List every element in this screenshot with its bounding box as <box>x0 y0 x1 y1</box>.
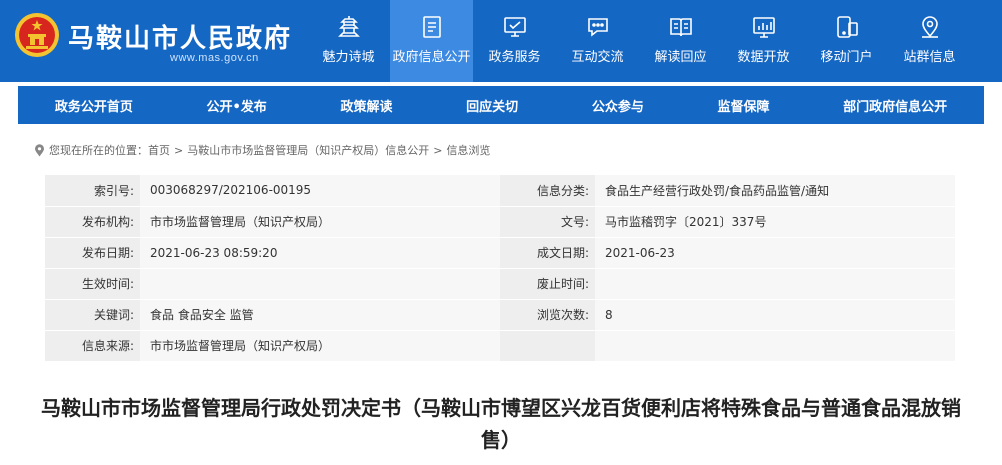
breadcrumb-separator: > <box>174 143 184 157</box>
info-value <box>595 268 955 300</box>
info-key: 信息分类: <box>500 175 595 207</box>
data-icon <box>752 17 775 38</box>
info-key: 成文日期: <box>500 237 595 269</box>
info-value: 马市监稽罚字〔2021〕337号 <box>595 206 955 238</box>
document-title: 马鞍山市市场监督管理局行政处罚决定书（马鞍山市博望区兴龙百货便利店将特殊食品与普… <box>41 396 961 452</box>
info-value <box>595 330 955 362</box>
info-row: 发布机构: 市市场监督管理局（知识产权局） 文号: 马市监稽罚字〔2021〕337号 <box>45 206 955 238</box>
info-row: 索引号: 003068297/202106-00195 信息分类: 食品生产经营行政处… <box>45 175 955 207</box>
document-icon <box>422 16 441 38</box>
breadcrumb-home[interactable]: 首页 <box>148 142 170 158</box>
top-nav-label: 政府信息公开 <box>392 50 471 65</box>
location-icon <box>921 16 938 38</box>
breadcrumb: 您现在所在的位置： 首页 > 马鞍山市市场监督管理局（知识产权局）信息公开 > … <box>34 142 490 158</box>
book-icon <box>669 18 692 37</box>
top-nav-label: 魅力诗城 <box>322 50 375 65</box>
sub-nav-item-publish[interactable]: 公开•发布 <box>207 96 267 115</box>
info-key: 废止时间: <box>500 268 595 300</box>
monitor-icon <box>503 17 526 37</box>
info-key: 索引号: <box>45 175 140 207</box>
info-value: 8 <box>595 299 955 331</box>
sub-nav-item-departments[interactable]: 部门政府信息公开 <box>843 96 947 115</box>
sub-nav: 政务公开首页 公开•发布 政策解读 回应关切 公众参与 监督保障 部门政府信息公… <box>18 86 984 124</box>
info-row: 信息来源: 市市场监督管理局（知识产权局） <box>45 330 955 362</box>
sub-nav-item-policy[interactable]: 政策解读 <box>340 96 392 115</box>
sub-nav-item-home[interactable]: 政务公开首页 <box>55 96 133 115</box>
info-key: 文号: <box>500 206 595 238</box>
site-title[interactable]: 马鞍山市人民政府 <box>68 18 292 55</box>
info-row: 生效时间: 废止时间: <box>45 268 955 300</box>
location-pin-icon <box>35 143 44 156</box>
site-header: 马鞍山市人民政府 www.mas.gov.cn 魅力诗城 政府信息公开 政务服务 <box>0 0 1002 82</box>
info-value: 市市场监督管理局（知识产权局） <box>140 330 500 362</box>
info-row: 关键词: 食品 食品安全 监管 浏览次数: 8 <box>45 299 955 331</box>
info-value: 食品生产经营行政处罚/食品药品监管/通知 <box>595 175 955 207</box>
info-value <box>140 268 500 300</box>
info-key: 生效时间: <box>45 268 140 300</box>
info-row: 发布日期: 2021-06-23 08:59:20 成文日期: 2021-06-23 <box>45 237 955 269</box>
top-nav-label: 站群信息 <box>903 50 956 65</box>
info-key: 发布机构: <box>45 206 140 238</box>
info-value: 市市场监督管理局（知识产权局） <box>140 206 500 238</box>
info-value: 2021-06-23 08:59:20 <box>140 237 500 269</box>
info-key: 信息来源: <box>45 330 140 362</box>
site-url: www.mas.gov.cn <box>170 52 259 64</box>
breadcrumb-current: 信息浏览 <box>446 144 491 157</box>
info-table: 索引号: 003068297/202106-00195 信息分类: 食品生产经营行政处… <box>45 175 955 362</box>
sub-nav-item-participation[interactable]: 公众参与 <box>592 96 644 115</box>
top-nav-label: 数据开放 <box>737 50 790 65</box>
top-nav-item-site-group[interactable]: 站群信息 <box>888 0 971 82</box>
top-nav-item-services[interactable]: 政务服务 <box>473 0 556 82</box>
top-nav-item-interpretation[interactable]: 解读回应 <box>639 0 722 82</box>
sub-nav-item-supervision[interactable]: 监督保障 <box>717 96 769 115</box>
top-nav: 魅力诗城 政府信息公开 政务服务 互动交流 解读回应 数据开放 移动门户 站群信… <box>307 0 971 82</box>
breadcrumb-separator: > <box>433 143 443 157</box>
top-nav-label: 移动门户 <box>820 50 873 65</box>
top-nav-item-gov-info[interactable]: 政府信息公开 <box>390 0 473 82</box>
chat-icon <box>587 18 608 37</box>
info-value: 003068297/202106-00195 <box>140 175 500 207</box>
top-nav-label: 政务服务 <box>488 50 541 65</box>
top-nav-item-charm[interactable]: 魅力诗城 <box>307 0 390 82</box>
info-key: 发布日期: <box>45 237 140 269</box>
mobile-icon <box>836 16 858 38</box>
top-nav-item-interaction[interactable]: 互动交流 <box>556 0 639 82</box>
national-emblem-icon[interactable] <box>14 12 60 58</box>
sub-nav-item-response[interactable]: 回应关切 <box>466 96 518 115</box>
top-nav-label: 互动交流 <box>571 50 624 65</box>
breadcrumb-prefix: 您现在所在的位置： <box>49 144 148 157</box>
pagoda-icon <box>337 16 360 37</box>
top-nav-item-mobile[interactable]: 移动门户 <box>805 0 888 82</box>
top-nav-item-open-data[interactable]: 数据开放 <box>722 0 805 82</box>
top-nav-label: 解读回应 <box>654 50 707 65</box>
info-key: 浏览次数: <box>500 299 595 331</box>
info-key: 关键词: <box>45 299 140 331</box>
breadcrumb-bureau[interactable]: 马鞍山市市场监督管理局（知识产权局）信息公开 <box>187 142 429 158</box>
info-key <box>500 330 595 362</box>
info-value: 食品 食品安全 监管 <box>140 299 500 331</box>
info-value: 2021-06-23 <box>595 237 955 269</box>
